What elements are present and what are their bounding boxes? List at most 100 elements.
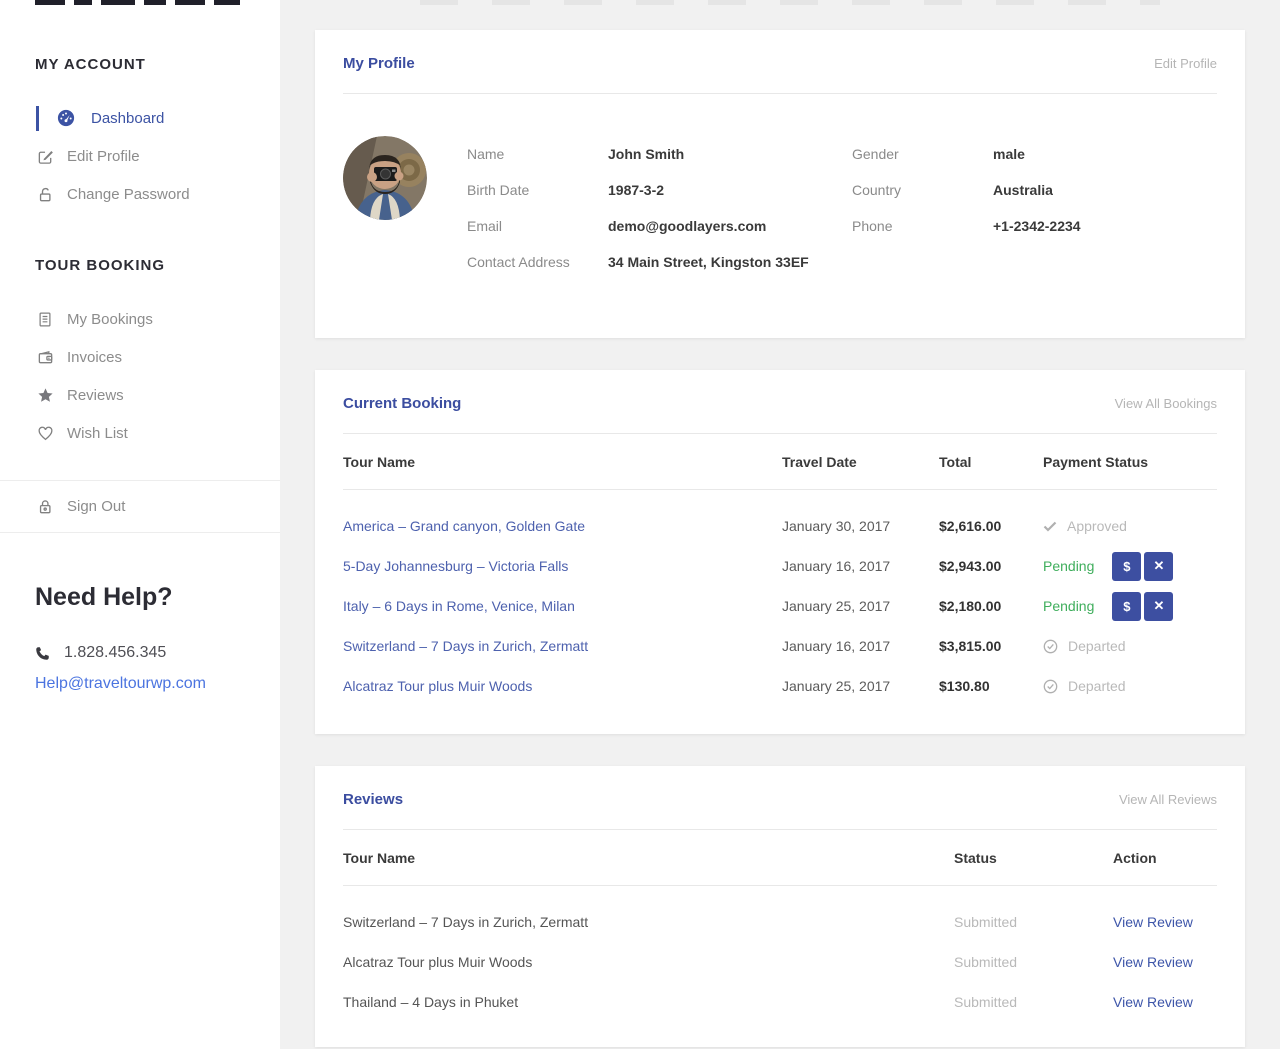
field-label: Gender (852, 146, 993, 162)
sidebar-heading-tour-booking: TOUR BOOKING (0, 257, 280, 274)
sidebar-item-invoices[interactable]: Invoices (0, 338, 280, 376)
field-label: Country (852, 182, 993, 198)
review-row: Switzerland – 7 Days in Zurich, Zermatt … (343, 902, 1217, 942)
reviews-table-header: Tour Name Status Action (343, 830, 1217, 886)
sidebar-item-label: My Bookings (67, 311, 153, 328)
sidebar-item-change-password[interactable]: Change Password (0, 175, 280, 213)
logo-fragment (35, 0, 240, 5)
field-label: Birth Date (467, 182, 608, 198)
field-value: male (993, 146, 1025, 162)
sidebar-item-label: Invoices (67, 349, 122, 366)
travel-date: January 30, 2017 (782, 518, 939, 534)
sidebar-item-reviews[interactable]: Reviews (0, 376, 280, 414)
unlock-icon (36, 185, 54, 203)
total-amount: $2,616.00 (939, 518, 1043, 534)
sidebar-item-my-bookings[interactable]: My Bookings (0, 300, 280, 338)
tour-name: Switzerland – 7 Days in Zurich, Zermatt (343, 914, 954, 930)
need-help-heading: Need Help? (35, 583, 280, 612)
avatar (343, 136, 427, 220)
cancel-booking-button[interactable]: ✕ (1144, 592, 1173, 621)
column-header: Tour Name (343, 850, 954, 866)
travel-date: January 16, 2017 (782, 638, 939, 654)
travel-date: January 25, 2017 (782, 598, 939, 614)
payment-status: Pending (1043, 598, 1094, 614)
payment-status: Pending (1043, 558, 1094, 574)
sidebar-item-label: Reviews (67, 387, 124, 404)
payment-status: Approved (1067, 518, 1127, 534)
edit-icon (36, 147, 54, 165)
travel-date: January 25, 2017 (782, 678, 939, 694)
view-review-link[interactable]: View Review (1113, 954, 1217, 970)
sign-out-label: Sign Out (67, 498, 125, 515)
pay-button[interactable]: $ (1112, 592, 1141, 621)
field-value: 1987-3-2 (608, 182, 852, 198)
view-review-link[interactable]: View Review (1113, 914, 1217, 930)
review-row: Thailand – 4 Days in Phuket Submitted Vi… (343, 982, 1217, 1022)
column-header: Total (939, 454, 1043, 470)
tour-name-link[interactable]: Alcatraz Tour plus Muir Woods (343, 678, 782, 694)
main-content: My Profile Edit Profile (280, 0, 1280, 1049)
total-amount: $3,815.00 (939, 638, 1043, 654)
sidebar-item-dashboard[interactable]: Dashboard (0, 99, 280, 137)
account-menu: Dashboard Edit Profile Change Password (0, 99, 280, 213)
column-header: Status (954, 850, 1113, 866)
profile-card: My Profile Edit Profile (315, 30, 1245, 338)
field-label: Phone (852, 218, 993, 234)
sidebar-item-label: Change Password (67, 186, 190, 203)
bookings-card-title: Current Booking (343, 395, 461, 412)
check-icon (1043, 521, 1057, 532)
need-help-section: Need Help? 1.828.456.345 Help@traveltour… (0, 583, 280, 693)
review-status: Submitted (954, 914, 1113, 930)
field-value: +1-2342-2234 (993, 218, 1081, 234)
review-status: Submitted (954, 994, 1113, 1010)
sidebar: MY ACCOUNT Dashboard Edit Profile Change (0, 0, 280, 1049)
view-review-link[interactable]: View Review (1113, 994, 1217, 1010)
profile-fields-left: NameJohn Smith Birth Date1987-3-2 Emaild… (467, 136, 852, 280)
view-all-reviews-link[interactable]: View All Reviews (1119, 792, 1217, 807)
payment-status: Departed (1068, 678, 1126, 694)
booking-row: 5-Day Johannesburg – Victoria Falls Janu… (343, 546, 1217, 586)
field-value: 34 Main Street, Kingston 33EF (608, 254, 852, 270)
wallet-icon (36, 348, 54, 366)
phone-icon (35, 645, 52, 662)
travel-date: January 16, 2017 (782, 558, 939, 574)
help-email-link[interactable]: Help@traveltourwp.com (35, 675, 206, 693)
tour-name-link[interactable]: Italy – 6 Days in Rome, Venice, Milan (343, 598, 782, 614)
page: MY ACCOUNT Dashboard Edit Profile Change (0, 0, 1280, 1049)
view-all-bookings-link[interactable]: View All Bookings (1115, 396, 1217, 411)
booking-row: Alcatraz Tour plus Muir Woods January 25… (343, 666, 1217, 706)
tour-name-link[interactable]: Switzerland – 7 Days in Zurich, Zermatt (343, 638, 782, 654)
sidebar-item-label: Wish List (67, 425, 128, 442)
payment-status: Departed (1068, 638, 1126, 654)
sidebar-item-sign-out[interactable]: Sign Out (0, 481, 280, 533)
sidebar-item-wish-list[interactable]: Wish List (0, 414, 280, 452)
tour-name: Alcatraz Tour plus Muir Woods (343, 954, 954, 970)
tour-name-link[interactable]: America – Grand canyon, Golden Gate (343, 518, 782, 534)
heart-icon (36, 424, 54, 442)
bookings-table-header: Tour Name Travel Date Total Payment Stat… (343, 434, 1217, 490)
field-label: Contact Address (467, 254, 608, 270)
help-phone: 1.828.456.345 (64, 644, 166, 662)
column-header: Tour Name (343, 454, 782, 470)
dashboard-icon (57, 109, 75, 127)
cancel-booking-button[interactable]: ✕ (1144, 552, 1173, 581)
field-value: demo@goodlayers.com (608, 218, 852, 234)
pay-button[interactable]: $ (1112, 552, 1141, 581)
field-value: John Smith (608, 146, 852, 162)
check-circle-icon (1043, 679, 1058, 694)
field-label: Email (467, 218, 608, 234)
column-header: Payment Status (1043, 454, 1217, 470)
tour-name-link[interactable]: 5-Day Johannesburg – Victoria Falls (343, 558, 782, 574)
booking-row: Italy – 6 Days in Rome, Venice, Milan Ja… (343, 586, 1217, 626)
star-icon (36, 386, 54, 404)
tour-name: Thailand – 4 Days in Phuket (343, 994, 954, 1010)
active-indicator (36, 106, 39, 131)
bookings-table-body: America – Grand canyon, Golden Gate Janu… (343, 490, 1217, 734)
reviews-table-body: Switzerland – 7 Days in Zurich, Zermatt … (343, 886, 1217, 1047)
booking-row: America – Grand canyon, Golden Gate Janu… (343, 506, 1217, 546)
edit-profile-link[interactable]: Edit Profile (1154, 56, 1217, 71)
sidebar-heading-my-account: MY ACCOUNT (0, 56, 280, 73)
sidebar-item-edit-profile[interactable]: Edit Profile (0, 137, 280, 175)
column-header: Travel Date (782, 454, 939, 470)
check-circle-icon (1043, 639, 1058, 654)
